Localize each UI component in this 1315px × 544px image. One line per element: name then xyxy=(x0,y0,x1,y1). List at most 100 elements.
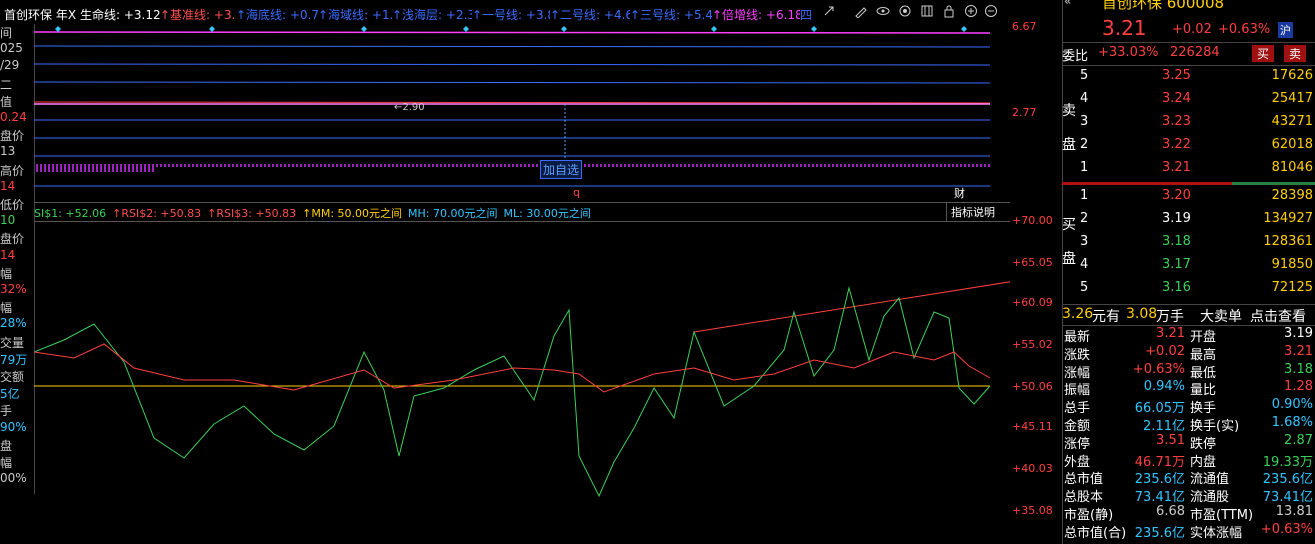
ask-volume: 25417 xyxy=(1271,91,1313,106)
ask-row[interactable]: 5 3.25 17626 xyxy=(1080,66,1315,86)
bid-volume: 28398 xyxy=(1271,188,1313,203)
buy-button[interactable]: 买 xyxy=(1252,45,1275,62)
stat-value: 46.71万 xyxy=(1134,454,1185,470)
sell-button[interactable]: 卖 xyxy=(1284,45,1307,62)
bid-row[interactable]: 3 3.18 128361 xyxy=(1080,232,1315,252)
ask-price: 3.22 xyxy=(1162,137,1191,152)
ma-item: ↑三号线: +5.41 xyxy=(630,6,721,23)
ma-item: ↑二号线: +4.63 xyxy=(550,6,641,23)
bid-row[interactable]: 2 3.19 134927 xyxy=(1080,209,1315,229)
rsi-chart[interactable] xyxy=(34,220,1010,544)
ask-level: 1 xyxy=(1080,160,1089,175)
ask-row[interactable]: 3 3.23 43271 xyxy=(1080,112,1315,132)
add-favorite-button[interactable]: 加自选 xyxy=(540,160,583,179)
left-info-line: 5亿 xyxy=(0,387,20,402)
bid-volume: 134927 xyxy=(1263,211,1313,226)
stat-value: 6.68 xyxy=(1156,504,1185,519)
pin-icon[interactable] xyxy=(822,4,836,18)
grid-icon[interactable] xyxy=(920,4,934,18)
ask-row[interactable]: 1 3.21 81046 xyxy=(1080,158,1315,178)
stat-value: 3.19 xyxy=(1284,326,1313,341)
rsi-legend-item: SI$1: +52.06 xyxy=(34,207,107,220)
weibi-label: 委比 xyxy=(1062,49,1089,64)
price-pct: +0.63% xyxy=(1218,22,1271,37)
bid-row[interactable]: 4 3.17 91850 xyxy=(1080,255,1315,275)
stat-value: 0.90% xyxy=(1271,397,1313,413)
stat-label: 市盈(静) xyxy=(1064,508,1114,523)
left-info-line: 0.24 xyxy=(0,110,27,124)
stat-value: 235.6亿 xyxy=(1262,472,1313,488)
exchange-badge: 沪 xyxy=(1278,22,1293,38)
left-info-line: 00% xyxy=(0,471,27,486)
left-info-line: 32% xyxy=(0,282,27,296)
stat-value: 3.51 xyxy=(1156,432,1185,448)
bid-price: 3.17 xyxy=(1162,257,1191,272)
ask-price: 3.24 xyxy=(1162,91,1191,106)
left-info-line: /29 xyxy=(0,58,20,73)
stat-label: 最高 xyxy=(1190,347,1217,363)
left-info-line: 低价 xyxy=(0,198,25,212)
indicator-help-button[interactable]: 指标说明 xyxy=(946,203,999,221)
indicator-title-bar: 首创环保 年X 生命线: +3.12 ↑基准线: +3.09 ↑海底线: +0.… xyxy=(0,0,1010,24)
stat-row: 涨跌 +0.02 最高 3.21 xyxy=(1062,344,1315,363)
chart-toolbar xyxy=(822,4,1000,20)
stat-label: 市盈(TTM) xyxy=(1190,508,1254,523)
eye-icon[interactable] xyxy=(876,4,890,18)
big-order-type: 大卖单 xyxy=(1200,309,1242,325)
line-2 xyxy=(34,63,991,66)
stat-row: 总股本 73.41亿 流通股 73.41亿 xyxy=(1062,486,1315,506)
stat-value: 73.41亿 xyxy=(1134,490,1185,506)
left-info-line: 14 xyxy=(0,178,16,193)
stat-label: 涨停 xyxy=(1064,436,1091,452)
price-axis: 6.67 2.77 +70.00 +65.05 +60.09 +55.02 +50.06… xyxy=(1010,0,1063,544)
stat-label: 总手 xyxy=(1064,401,1091,417)
stat-value: 19.33万 xyxy=(1262,454,1313,470)
stat-value: 13.81 xyxy=(1275,504,1313,519)
bid-row[interactable]: 5 3.16 72125 xyxy=(1080,278,1315,298)
bid-level: 1 xyxy=(1080,188,1089,203)
big-order-price: 3.26 xyxy=(1062,306,1094,322)
stat-label: 换手(实) xyxy=(1190,419,1240,434)
sell-side-label: 卖盘 xyxy=(1062,103,1076,153)
zoom-out-icon[interactable] xyxy=(984,4,998,18)
zoom-in-icon[interactable] xyxy=(964,4,978,18)
stat-label: 换手 xyxy=(1190,401,1217,417)
rsi-axis-label: +65.05 xyxy=(1012,256,1053,269)
stat-label: 外盘 xyxy=(1064,454,1091,470)
stat-value: 1.28 xyxy=(1284,379,1313,395)
settings-icon[interactable] xyxy=(898,4,912,18)
pencil-icon[interactable] xyxy=(854,4,868,19)
big-order-link[interactable]: 点击查看 xyxy=(1250,306,1306,326)
marker-q: q xyxy=(573,186,580,199)
buy-side-label: 买盘 xyxy=(1062,217,1076,267)
left-info-line: 交额 xyxy=(0,370,25,384)
ask-volume: 43271 xyxy=(1271,114,1313,129)
collapse-icon[interactable]: « xyxy=(1064,0,1071,8)
trend-line-upper xyxy=(693,281,1010,333)
ask-row[interactable]: 2 3.22 62018 xyxy=(1080,135,1315,155)
stat-label: 流通股 xyxy=(1190,490,1230,506)
big-order-unit1: 元有 xyxy=(1092,309,1120,325)
ask-level: 3 xyxy=(1080,114,1089,129)
stat-value: 0.94% xyxy=(1143,379,1185,395)
life-line-label: 生命线: +3.12 xyxy=(80,8,161,22)
stat-value: 2.11亿 xyxy=(1143,419,1185,434)
rsi-axis-label: +50.06 xyxy=(1012,380,1053,393)
ask-volume: 62018 xyxy=(1271,137,1313,152)
stat-row: 金额 2.11亿 换手(实) 1.68% xyxy=(1062,415,1315,434)
left-info-line: 手 xyxy=(0,404,13,419)
weicha-value: 226284 xyxy=(1170,45,1220,60)
bid-row[interactable]: 1 3.20 28398 xyxy=(1080,186,1315,206)
stat-label: 量比 xyxy=(1190,383,1217,399)
stat-value: 2.87 xyxy=(1284,432,1313,448)
price-chart[interactable]: ←2.90 加自选 q 财 xyxy=(34,24,1010,202)
stat-value: 235.6亿 xyxy=(1134,472,1185,488)
ma-item: 四 xyxy=(800,6,813,23)
lock-icon[interactable] xyxy=(942,4,956,18)
left-info-line: 高价 xyxy=(0,163,25,178)
price-change: +0.02 xyxy=(1172,22,1212,37)
ask-level: 2 xyxy=(1080,137,1089,152)
left-info-line: 盘 xyxy=(0,438,13,453)
ask-row[interactable]: 4 3.24 25417 xyxy=(1080,89,1315,109)
rsi2-series xyxy=(34,343,991,393)
